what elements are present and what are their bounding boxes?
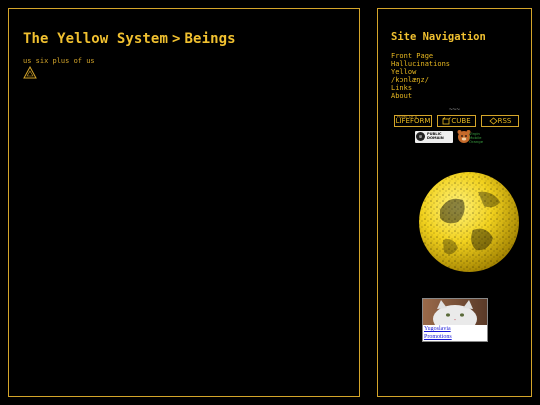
breadcrumb-separator: > xyxy=(172,31,181,47)
breadcrumb-current: Beings xyxy=(184,31,236,47)
earth-globe-icon xyxy=(419,172,519,272)
public-domain-icon: ⊘ xyxy=(416,132,425,141)
rss-badge[interactable]: RSS xyxy=(481,115,519,127)
promo-box: Yugoslavia Promotions xyxy=(422,298,488,342)
page-title: The Yellow System > Beings xyxy=(23,31,236,47)
public-domain-line2: DOMAIN xyxy=(427,135,444,140)
cat-photo-icon[interactable] xyxy=(423,299,487,325)
nav-link-links[interactable]: Links xyxy=(391,84,450,92)
nav-link-yellow[interactable]: Yellow xyxy=(391,68,450,76)
lifeform-badge[interactable]: HOME OF A LIFEFORM xyxy=(394,115,432,127)
nav-link-hallucinations[interactable]: Hallucinations xyxy=(391,60,450,68)
tiny-mark: ~~~ xyxy=(449,106,460,113)
rss-icon xyxy=(488,117,498,125)
vmi-badge[interactable]: Virgin Mobile Orange xyxy=(457,129,484,144)
rss-badge-label: RSS xyxy=(497,117,512,125)
promo-link-line1[interactable]: Yugoslavia xyxy=(423,325,487,333)
promo-link-line2[interactable]: Promotions xyxy=(423,333,487,341)
nav-link-conlangs[interactable]: /kɔnlæŋz/ xyxy=(391,76,450,84)
site-navigation: Front Page Hallucinations Yellow /kɔnlæŋ… xyxy=(391,52,450,100)
badge-group: HOME OF A LIFEFORM CUBE RSS ⊘ PUBLIC DOM… xyxy=(394,115,519,144)
breadcrumb-parent[interactable]: The Yellow System xyxy=(23,31,168,47)
lifeform-badge-small: HOME OF A xyxy=(397,115,418,119)
sidebar-title: Site Navigation xyxy=(391,31,486,43)
vmi-badge-text: Virgin Mobile Orange xyxy=(469,131,484,144)
cube-icon xyxy=(442,117,452,125)
main-panel: The Yellow System > Beings us six plus of … xyxy=(8,8,360,397)
page-subline: us six plus of us xyxy=(23,57,95,65)
triangle-icon[interactable] xyxy=(23,66,37,79)
cube-badge[interactable]: CUBE xyxy=(437,115,476,127)
nav-link-about[interactable]: About xyxy=(391,92,450,100)
nav-link-front-page[interactable]: Front Page xyxy=(391,52,450,60)
cube-badge-label: CUBE xyxy=(451,117,471,125)
sidebar-panel: Site Navigation Front Page Hallucination… xyxy=(377,8,532,397)
public-domain-badge[interactable]: ⊘ PUBLIC DOMAIN xyxy=(415,130,453,143)
